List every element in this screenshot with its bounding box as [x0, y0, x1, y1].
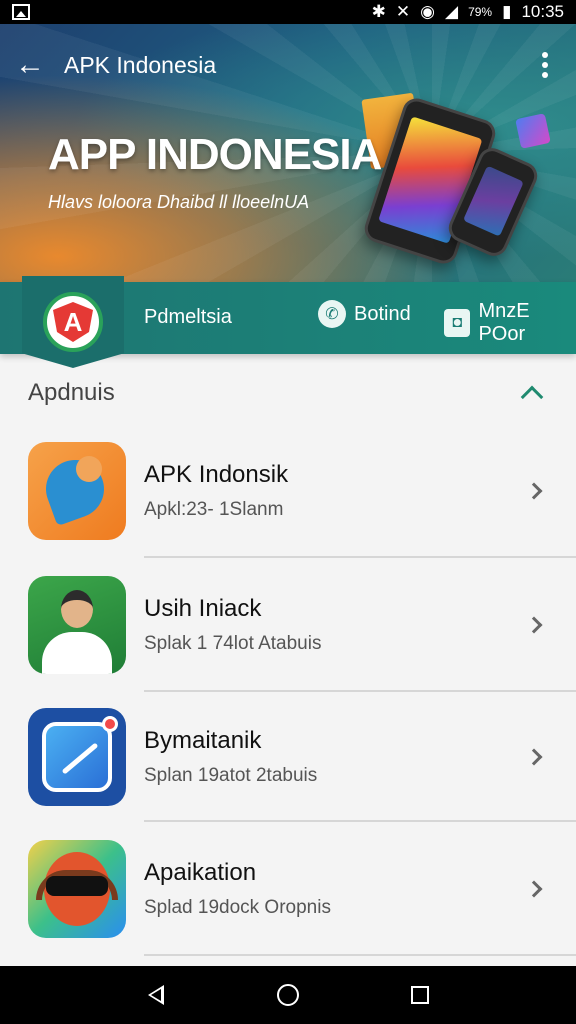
battery-percent: 79% [468, 5, 493, 19]
status-bar: ✱ ✕ ◉ ◢ 79% ▮ 10:35 [0, 0, 576, 24]
app-name: Bymaitanik [144, 727, 262, 754]
app-name: Usih Iniack [144, 595, 262, 622]
tab-label: MnzE POor [478, 300, 530, 345]
list-item[interactable]: APK Indonsik Apkl:23- 1Slanm [0, 424, 576, 558]
fox-icon [28, 442, 126, 540]
person-icon [28, 576, 126, 674]
arrow-left-icon: ← [15, 48, 45, 81]
section-header[interactable]: Apdnuis [0, 370, 576, 416]
gallery-icon [12, 4, 30, 20]
chevron-up-icon[interactable] [516, 377, 548, 409]
list-item[interactable]: Bymaitanik Splan 19atot 2tabuis [0, 692, 576, 822]
chevron-right-icon [514, 869, 554, 909]
app-screen: APP INDONESIA Hlavs loloora Dhaibd ll ll… [0, 24, 576, 966]
chart-icon [28, 708, 126, 806]
tab-label: Botind [354, 302, 411, 325]
app-subtitle: Splak 1 74lot Atabuis [144, 633, 322, 654]
chevron-right-icon [514, 471, 554, 511]
silent-icon: ✕ [395, 2, 411, 21]
section-title: Apdnuis [28, 379, 115, 406]
headphones-face-icon [28, 840, 126, 938]
app-subtitle: Apkl:23- 1Slanm [144, 499, 284, 520]
triangle-back-icon [148, 985, 164, 1005]
circle-home-icon [277, 984, 299, 1006]
list-item[interactable]: Usih Iniack Splak 1 74lot Atabuis [0, 558, 576, 692]
banner-title: APP INDONESIA [48, 130, 382, 179]
nav-home-button[interactable] [264, 971, 312, 1019]
toolbar-title: APK Indonesia [64, 51, 217, 78]
chevron-right-icon [514, 737, 554, 777]
brand-logo: A [22, 276, 124, 368]
logo-badge: A [43, 292, 103, 352]
chevron-right-icon [514, 605, 554, 645]
signal-icon: ◢ [444, 2, 459, 21]
list-item[interactable]: Apaikation Splad 19dock Oropnis [0, 822, 576, 956]
app-name: APK Indonsik [144, 461, 289, 488]
app-toolbar: ← APK Indonesia [0, 40, 576, 90]
bluetooth-icon: ✱ [371, 2, 386, 21]
app-list: APK Indonsik Apkl:23- 1Slanm Usih Iniack… [0, 424, 576, 956]
clock: 10:35 [521, 2, 564, 21]
tab-mnze[interactable]: ◘ MnzE POor [444, 300, 576, 346]
tab-main[interactable]: Pdmeltsia [144, 306, 232, 329]
app-subtitle: Splad 19dock Oropnis [144, 897, 331, 918]
nav-back-button[interactable] [132, 971, 180, 1019]
shield-logo-icon: A [53, 302, 93, 342]
camera-icon: ◘ [444, 309, 471, 337]
category-tab-strip: A Pdmeltsia ✆ Botind ◘ MnzE POor [0, 276, 576, 368]
banner-subtitle: Hlavs loloora Dhaibd ll lloeelnUA [48, 192, 310, 212]
nav-recents-button[interactable] [396, 971, 444, 1019]
more-options-button[interactable] [530, 41, 560, 89]
tab-botind[interactable]: ✆ Botind [318, 300, 411, 328]
cube-illustration [515, 113, 551, 149]
phone-icon: ✆ [318, 300, 346, 328]
app-subtitle: Splan 19atot 2tabuis [144, 765, 318, 786]
more-vert-icon [542, 52, 548, 58]
system-nav-bar [0, 966, 576, 1024]
divider [144, 954, 576, 956]
battery-icon: ▮ [502, 2, 512, 21]
back-button[interactable]: ← [6, 41, 54, 89]
app-name: Apaikation [144, 859, 257, 886]
wifi-icon: ◉ [420, 2, 435, 21]
square-recents-icon [411, 986, 429, 1004]
